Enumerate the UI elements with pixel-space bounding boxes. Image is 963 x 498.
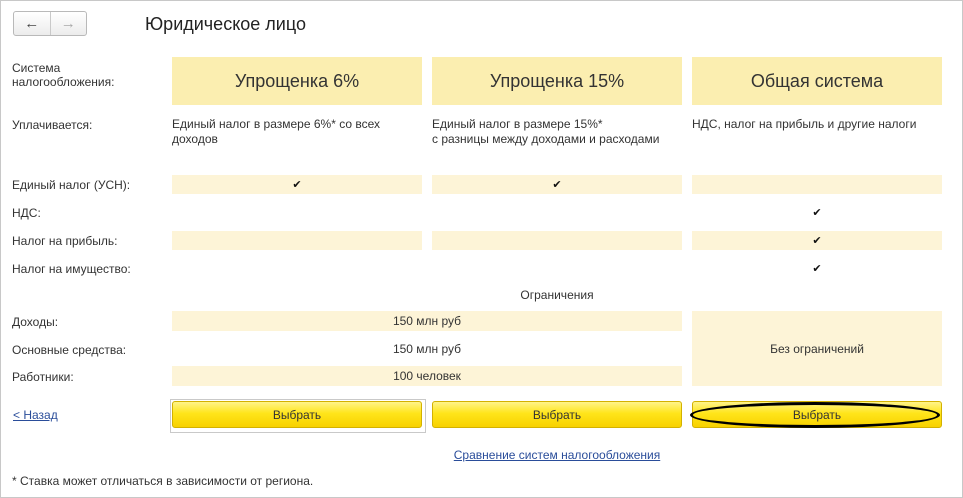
check-icon: ✔ xyxy=(292,179,302,191)
label-paid: Уплачивается: xyxy=(12,118,93,132)
description-usn15: Единый налог в размере 15%* с разницы ме… xyxy=(432,117,660,146)
limit-income: 150 млн руб xyxy=(172,311,682,331)
label-property-tax: Налог на имущество: xyxy=(12,262,131,276)
column-header-usn6: Упрощенка 6% xyxy=(172,57,422,105)
cell-profit-tax-usn6 xyxy=(172,231,422,250)
label-income: Доходы: xyxy=(12,315,59,329)
label-profit-tax: Налог на прибыль: xyxy=(12,234,118,248)
footnote: * Ставка может отличаться в зависимости … xyxy=(12,474,314,488)
label-vat: НДС: xyxy=(12,206,41,220)
limit-fixed-assets-value: 150 млн руб xyxy=(392,342,462,356)
cell-property-tax-general: ✔ xyxy=(692,259,942,278)
cell-usn-tax-usn15: ✔ xyxy=(432,175,682,194)
cell-profit-tax-usn15 xyxy=(432,231,682,250)
limit-fixed-assets: 150 млн руб xyxy=(172,339,682,359)
label-tax-system: Система налогообложения: xyxy=(12,61,115,89)
column-header-usn15: Упрощенка 15% xyxy=(432,57,682,105)
label-fixed-assets: Основные средства: xyxy=(12,343,127,357)
limit-income-value: 150 млн руб xyxy=(392,314,462,328)
select-usn6-button[interactable]: Выбрать xyxy=(172,401,422,428)
cell-profit-tax-general: ✔ xyxy=(692,231,942,250)
label-employees: Работники: xyxy=(12,370,74,384)
select-general-button[interactable]: Выбрать xyxy=(692,401,942,428)
nav-buttons: ← → xyxy=(13,11,87,36)
back-arrow-icon[interactable]: ← xyxy=(14,12,50,35)
check-icon: ✔ xyxy=(812,207,822,219)
cell-usn-tax-usn6: ✔ xyxy=(172,175,422,194)
check-icon: ✔ xyxy=(552,179,562,191)
column-header-general: Общая система xyxy=(692,57,942,105)
label-usn-tax: Единый налог (УСН): xyxy=(12,178,131,192)
check-icon: ✔ xyxy=(812,263,822,275)
limit-employees: 100 человек xyxy=(172,366,682,386)
back-link[interactable]: < Назад xyxy=(13,408,58,422)
check-icon: ✔ xyxy=(812,235,822,247)
limit-general-value: Без ограничений xyxy=(770,341,864,356)
column-name: Упрощенка 6% xyxy=(234,70,360,91)
page-title: Юридическое лицо xyxy=(145,14,306,34)
forward-arrow-icon[interactable]: → xyxy=(49,12,87,35)
select-usn15-button[interactable]: Выбрать xyxy=(432,401,682,428)
limits-heading: Ограничения xyxy=(520,288,594,302)
column-name: Упрощенка 15% xyxy=(489,70,625,91)
limit-employees-value: 100 человек xyxy=(393,369,461,383)
compare-systems-link[interactable]: Сравнение систем налогообложения xyxy=(432,448,682,462)
column-name: Общая система xyxy=(750,70,884,91)
description-usn6: Единый налог в размере 6%* со всех доход… xyxy=(172,117,380,146)
cell-usn-tax-general xyxy=(692,175,942,194)
limit-general: Без ограничений xyxy=(692,311,942,386)
cell-vat-general: ✔ xyxy=(692,203,942,222)
description-general: НДС, налог на прибыль и другие налоги xyxy=(692,117,917,131)
